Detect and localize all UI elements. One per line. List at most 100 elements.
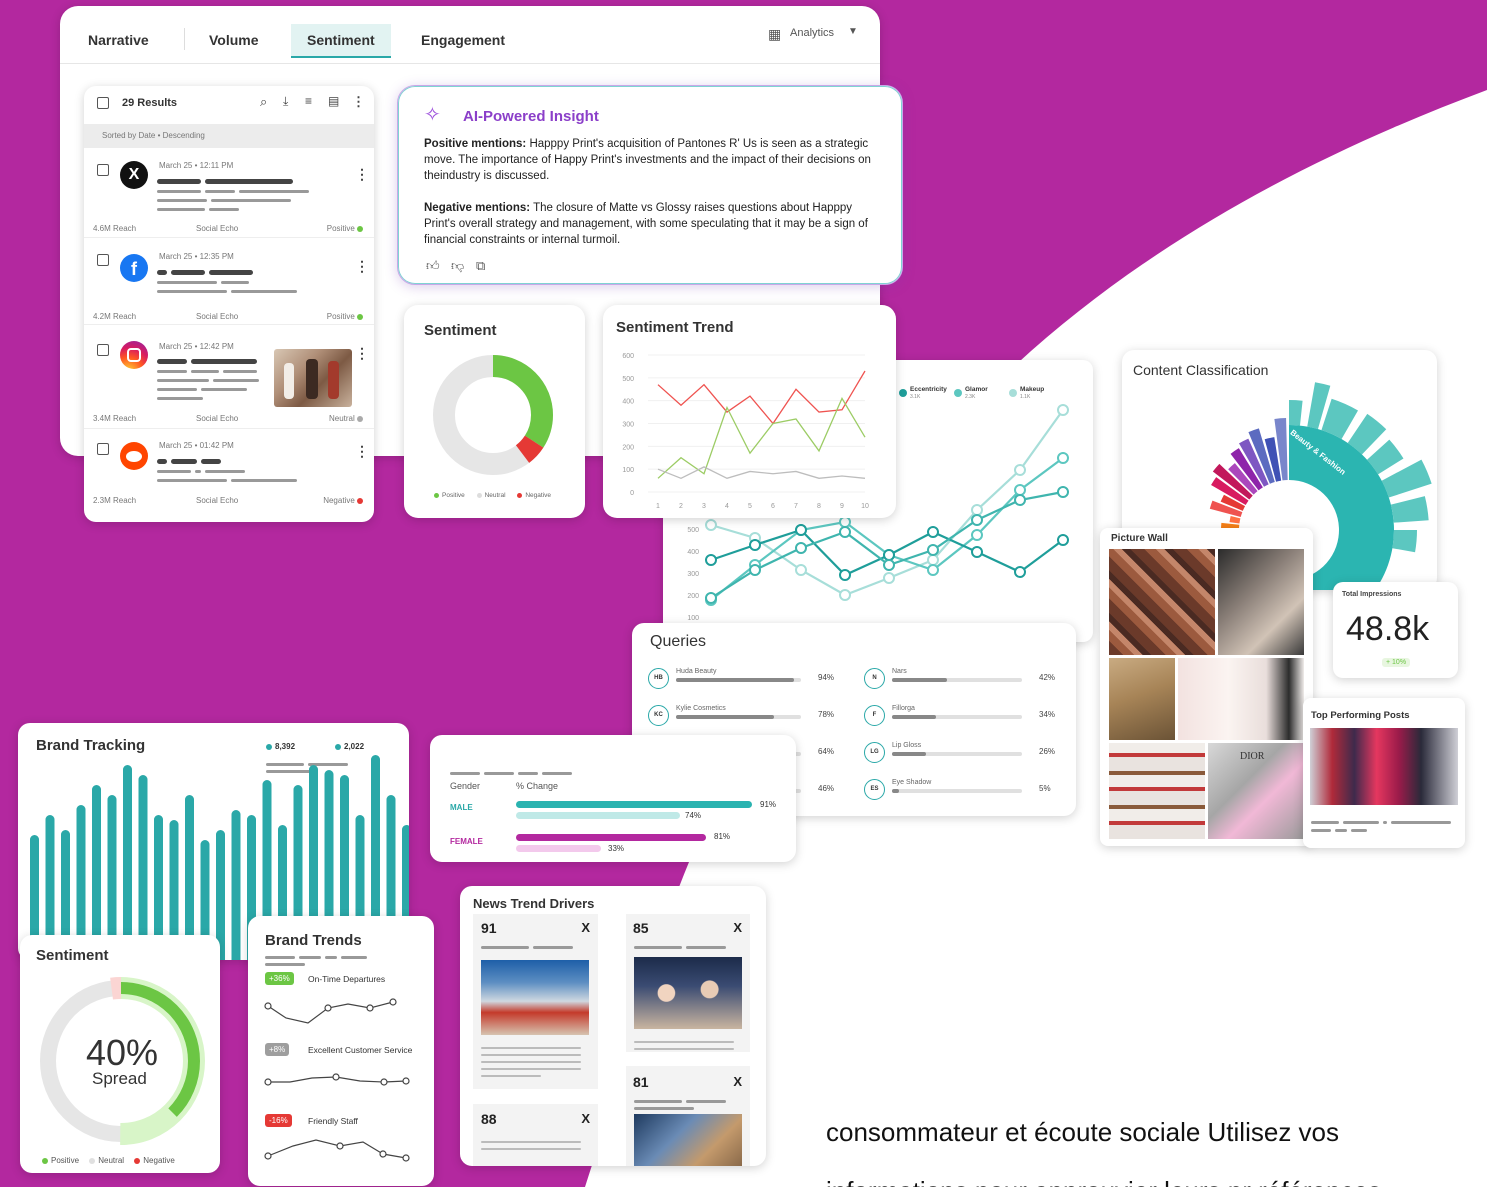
news-item[interactable]: 85 X (626, 914, 750, 1052)
query-row[interactable]: N Nars 42% (864, 668, 1069, 692)
topic-point (883, 559, 895, 571)
query-percent: 78% (818, 710, 835, 719)
result-row[interactable]: March 25 • 12:42 PM ⋮ 3.4M Reach Social … (84, 325, 374, 429)
segment-outer[interactable] (1392, 530, 1417, 553)
query-percent: 64% (818, 747, 835, 756)
news-image (634, 957, 742, 1029)
sparkline-point (264, 1002, 272, 1010)
post-source: Social Echo (196, 224, 239, 233)
insight-positive: Positive mentions: Happpy Print's acquis… (424, 138, 871, 182)
query-percent: 46% (818, 784, 835, 793)
query-row[interactable]: HB Huda Beauty 94% (648, 668, 853, 692)
male-value-b: 74% (685, 811, 702, 820)
topic-point (927, 544, 939, 556)
spread-legend: Positive Neutral Negative (42, 1156, 175, 1165)
tab-narrative[interactable]: Narrative (88, 32, 149, 48)
segment-category[interactable] (1229, 515, 1241, 524)
news-item[interactable]: 88 X (473, 1104, 598, 1166)
download-icon[interactable]: ⤓ (283, 94, 288, 109)
query-row[interactable]: KC Kylie Cosmetics 78% (648, 705, 853, 729)
row-menu-icon[interactable]: ⋮ (355, 345, 369, 362)
post-source: Social Echo (196, 496, 239, 505)
female-bar-b (516, 845, 601, 852)
close-icon[interactable]: X (733, 1074, 742, 1089)
query-percent: 26% (1039, 747, 1056, 756)
x-logo-icon: X (120, 161, 148, 189)
picture-tile[interactable] (1109, 658, 1175, 740)
topic-point (705, 592, 717, 604)
sentiment-legend: Positive Neutral Negative (434, 492, 551, 499)
x-tick-label: 3 (702, 503, 706, 510)
row-checkbox[interactable] (97, 254, 109, 266)
close-icon[interactable]: X (581, 1111, 590, 1126)
legend-dot (954, 389, 962, 397)
sparkline-point (402, 1077, 410, 1085)
picture-tile[interactable]: DIOR (1208, 743, 1304, 839)
close-icon[interactable]: X (581, 920, 590, 935)
tracking-bar (138, 775, 148, 960)
post-text-lines (157, 175, 317, 211)
top-post-image[interactable] (1310, 728, 1458, 805)
news-item[interactable]: 91 X (473, 914, 598, 1089)
picture-tile[interactable] (1178, 658, 1304, 740)
body-text-line-cut: informations pour approuvier leurs pr ré… (826, 1176, 1381, 1187)
picture-tile[interactable] (1218, 549, 1304, 655)
more-icon[interactable]: ⋮ (352, 94, 365, 110)
row-menu-icon[interactable]: ⋮ (355, 443, 369, 460)
x-tick-label: 5 (748, 503, 752, 510)
topic-point (1057, 534, 1069, 546)
query-bar-fill (892, 678, 947, 682)
top-post-text (1311, 816, 1461, 832)
query-row[interactable]: ES Eye Shadow 5% (864, 779, 1069, 803)
sparkline-point (332, 1073, 340, 1081)
row-checkbox[interactable] (97, 164, 109, 176)
tab-divider (184, 28, 185, 50)
select-all-checkbox[interactable] (97, 97, 109, 109)
legend-label: Glamor (965, 386, 988, 393)
facebook-icon: f (120, 254, 148, 282)
picture-tile[interactable] (1109, 549, 1215, 655)
post-thumbnail[interactable] (274, 349, 352, 407)
sort-bar: Sorted by Date • Descending (84, 124, 374, 148)
sort-icon[interactable]: ≡ (305, 94, 312, 108)
layout-icon[interactable]: ▤ (328, 94, 339, 108)
post-sentiment: Positive (327, 312, 366, 321)
tab-engagement[interactable]: Engagement (421, 32, 505, 48)
instagram-icon (120, 341, 148, 369)
search-icon[interactable]: ⌕ (260, 94, 267, 110)
result-row[interactable]: March 25 • 01:42 PM ⋮ 2.3M Reach Social … (84, 429, 374, 522)
row-menu-icon[interactable]: ⋮ (355, 166, 369, 183)
news-text (481, 1042, 585, 1077)
tab-volume[interactable]: Volume (209, 32, 259, 48)
news-image (481, 960, 589, 1035)
row-checkbox[interactable] (97, 443, 109, 455)
segment-outer[interactable] (1289, 400, 1303, 426)
thumbs-up-icon[interactable]: 👍︎ (426, 258, 440, 274)
thumbs-down-icon[interactable]: 👎︎ (451, 258, 464, 274)
chevron-down-icon[interactable]: ▼ (848, 26, 858, 37)
copy-icon[interactable]: ⧉ (476, 258, 485, 274)
impressions-card: Total Impressions 48.8k + 10% (1333, 582, 1458, 678)
reddit-icon (120, 442, 148, 470)
topic-point (1014, 484, 1026, 496)
row-checkbox[interactable] (97, 344, 109, 356)
picture-tile[interactable] (1109, 743, 1205, 839)
result-row[interactable]: f March 25 • 12:35 PM ⋮ 4.2M Reach Socia… (84, 238, 374, 325)
result-row[interactable]: X March 25 • 12:11 PM ⋮ 4.6M Reach Socia… (84, 148, 374, 238)
top-posts-title: Top Performing Posts (1311, 710, 1410, 721)
row-menu-icon[interactable]: ⋮ (355, 258, 369, 275)
segment-outer[interactable] (1390, 496, 1429, 523)
query-row[interactable]: F Fillorga 34% (864, 705, 1069, 729)
query-bar-track (892, 789, 1022, 793)
tab-sentiment[interactable]: Sentiment (291, 24, 391, 58)
spread-percent: 40% (86, 1032, 159, 1073)
analytics-dropdown[interactable]: Analytics (790, 27, 834, 39)
query-badge: HB (648, 668, 669, 689)
news-item[interactable]: 81 X (626, 1066, 750, 1166)
query-row[interactable]: LG Lip Gloss 26% (864, 742, 1069, 766)
female-label: FEMALE (450, 837, 483, 846)
impressions-label: Total Impressions (1342, 591, 1402, 598)
query-percent: 42% (1039, 673, 1056, 682)
close-icon[interactable]: X (733, 920, 742, 935)
tracking-bar (231, 810, 241, 960)
